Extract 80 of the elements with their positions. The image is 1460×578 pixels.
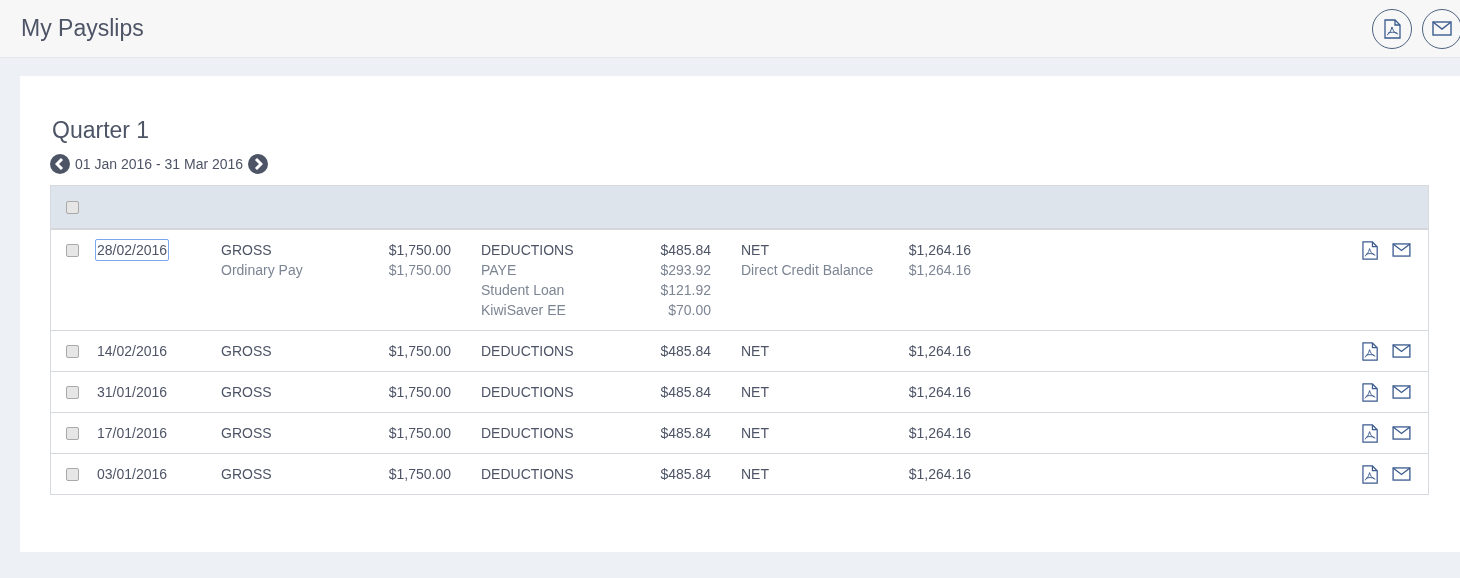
email-button[interactable]	[1392, 241, 1411, 260]
amount: $1,264.16	[907, 424, 971, 443]
amount: $1,264.16	[907, 465, 971, 484]
amount: $1,264.16	[907, 241, 971, 260]
column-label: NET	[741, 342, 770, 361]
column-label: NET	[741, 241, 770, 260]
mail-icon	[1432, 21, 1452, 36]
line-item-label: Ordinary Pay	[221, 261, 304, 280]
previous-button[interactable]	[50, 154, 70, 174]
payslip-date[interactable]: 17/01/2016	[96, 423, 169, 443]
chevron-left-icon	[55, 158, 65, 170]
amount: $485.84	[659, 383, 711, 402]
checkbox[interactable]	[66, 467, 79, 481]
line-item-label: PAYE	[481, 261, 518, 280]
line-item-label: KiwiSaver EE	[481, 301, 567, 320]
amount: $485.84	[659, 424, 711, 443]
checkbox[interactable]	[66, 200, 79, 214]
column-label: DEDUCTIONS	[481, 342, 575, 361]
amount: $1,750.00	[387, 465, 451, 484]
amount: $1,264.16	[907, 342, 971, 361]
column-label: NET	[741, 383, 770, 402]
column-label: GROSS	[221, 465, 273, 484]
next-button[interactable]	[248, 154, 269, 174]
payslip-date[interactable]: 28/02/2016	[96, 240, 169, 260]
column-label: DEDUCTIONS	[481, 241, 575, 260]
column-label: NET	[741, 424, 770, 443]
page-title: My Payslips	[21, 14, 145, 44]
pdf-icon	[1361, 383, 1378, 402]
mail-icon	[1392, 385, 1411, 399]
mail-icon	[1392, 243, 1411, 257]
amount: $1,750.00	[387, 383, 451, 402]
line-item-label: Direct Credit Balance	[741, 261, 875, 280]
email-button[interactable]	[1392, 424, 1411, 443]
checkbox[interactable]	[66, 243, 79, 257]
email-button[interactable]	[1392, 383, 1411, 402]
checkbox[interactable]	[66, 385, 79, 399]
line-item-amount: $1,264.16	[907, 261, 971, 280]
pdf-icon	[1383, 18, 1401, 39]
pdf-button[interactable]	[1361, 383, 1378, 402]
mail-icon	[1392, 467, 1411, 481]
pdf-button[interactable]	[1361, 465, 1378, 484]
column-label: GROSS	[221, 424, 273, 443]
mail-icon	[1392, 344, 1411, 358]
checkbox[interactable]	[66, 344, 79, 358]
amount: $485.84	[659, 342, 711, 361]
line-item-label: Student Loan	[481, 281, 566, 300]
chevron-right-icon	[253, 158, 264, 170]
pdf-button[interactable]	[1361, 342, 1378, 361]
email-button[interactable]	[1392, 342, 1411, 361]
line-item-amount: $1,750.00	[387, 261, 451, 280]
pdf-icon	[1361, 465, 1378, 484]
pdf-button[interactable]	[1361, 241, 1378, 260]
amount: $485.84	[659, 465, 711, 484]
email-button[interactable]	[1392, 465, 1411, 484]
payslip-date[interactable]: 31/01/2016	[96, 382, 169, 402]
pdf-button[interactable]	[1361, 424, 1378, 443]
amount: $1,264.16	[907, 383, 971, 402]
amount: $1,750.00	[387, 342, 451, 361]
mail-icon	[1392, 426, 1411, 440]
amount: $1,750.00	[387, 241, 451, 260]
column-label: DEDUCTIONS	[481, 383, 575, 402]
column-label: DEDUCTIONS	[481, 465, 575, 484]
column-label: GROSS	[221, 241, 273, 260]
column-label: DEDUCTIONS	[481, 424, 575, 443]
payslip-date[interactable]: 03/01/2016	[96, 464, 169, 484]
line-item-amount: $121.92	[659, 281, 711, 300]
column-label: NET	[741, 465, 770, 484]
pdf-icon	[1361, 241, 1378, 260]
amount: $1,750.00	[387, 424, 451, 443]
line-item-amount: $293.92	[659, 261, 711, 280]
column-label: GROSS	[221, 383, 273, 402]
pdf-icon	[1361, 342, 1378, 361]
checkbox[interactable]	[66, 426, 79, 440]
column-label: GROSS	[221, 342, 273, 361]
amount: $485.84	[659, 241, 711, 260]
line-item-amount: $70.00	[667, 301, 711, 320]
payslip-date[interactable]: 14/02/2016	[96, 341, 169, 361]
date-range: 01 Jan 2016 - 31 Mar 2016	[75, 154, 244, 174]
period-title: Quarter 1	[52, 116, 151, 144]
pdf-icon	[1361, 424, 1378, 443]
